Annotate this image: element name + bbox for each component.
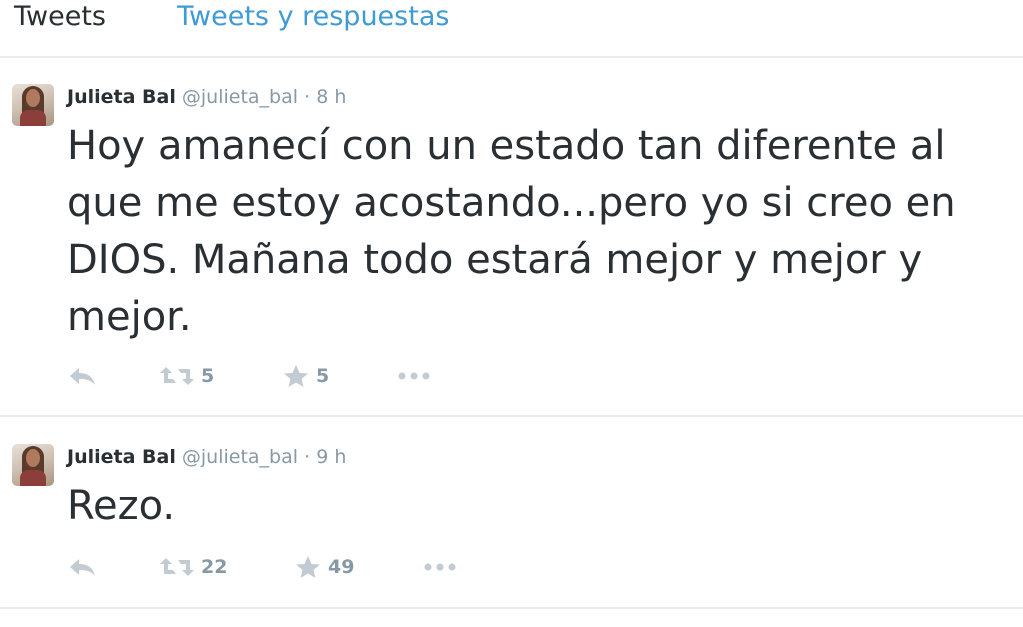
tweet-timestamp[interactable]: 9 h (316, 446, 346, 468)
reply-icon (70, 368, 95, 385)
avatar[interactable] (12, 84, 54, 126)
reply-icon (70, 559, 95, 576)
author-name[interactable]: Julieta Bal (67, 446, 176, 468)
tweet-item[interactable]: Julieta Bal @julieta_bal · 8 h Hoy amane… (0, 58, 1023, 415)
tweet-item[interactable]: Julieta Bal @julieta_bal · 9 h Rezo. 22 … (0, 417, 1023, 607)
tweet-header: Julieta Bal @julieta_bal · 8 h (67, 85, 346, 109)
avatar[interactable] (12, 444, 54, 486)
retweet-count: 5 (201, 365, 215, 387)
tweet-text: Hoy amanecí con un estado tan diferente … (67, 123, 956, 340)
retweet-icon (160, 367, 194, 385)
favorite-count: 49 (328, 556, 355, 578)
favorite-button[interactable]: 49 (295, 555, 354, 579)
favorite-count: 5 (316, 365, 330, 387)
retweet-button[interactable]: 5 (160, 364, 214, 388)
tab-tweets[interactable]: Tweets (14, 0, 106, 34)
reply-button[interactable] (67, 364, 97, 388)
separator: · (304, 446, 311, 468)
more-icon (398, 372, 430, 380)
author-handle[interactable]: @julieta_bal (182, 86, 298, 108)
tweet-header: Julieta Bal @julieta_bal · 9 h (67, 445, 346, 469)
more-icon (424, 563, 456, 571)
reply-button[interactable] (67, 555, 97, 579)
retweet-icon (160, 558, 194, 576)
more-button[interactable] (423, 555, 457, 579)
profile-tabs: Tweets Tweets y respuestas (0, 0, 1023, 58)
retweet-count: 22 (201, 556, 228, 578)
author-name[interactable]: Julieta Bal (67, 86, 176, 108)
tweet-timestamp[interactable]: 8 h (316, 86, 346, 108)
author-handle[interactable]: @julieta_bal (182, 446, 298, 468)
separator: · (304, 86, 311, 108)
tweet-divider (0, 607, 1023, 609)
star-icon (284, 365, 308, 387)
retweet-button[interactable]: 22 (160, 555, 227, 579)
tweet-text: Rezo. (67, 483, 176, 529)
more-button[interactable] (397, 364, 431, 388)
star-icon (296, 556, 320, 578)
tab-tweets-and-replies[interactable]: Tweets y respuestas (177, 0, 449, 34)
favorite-button[interactable]: 5 (283, 364, 329, 388)
